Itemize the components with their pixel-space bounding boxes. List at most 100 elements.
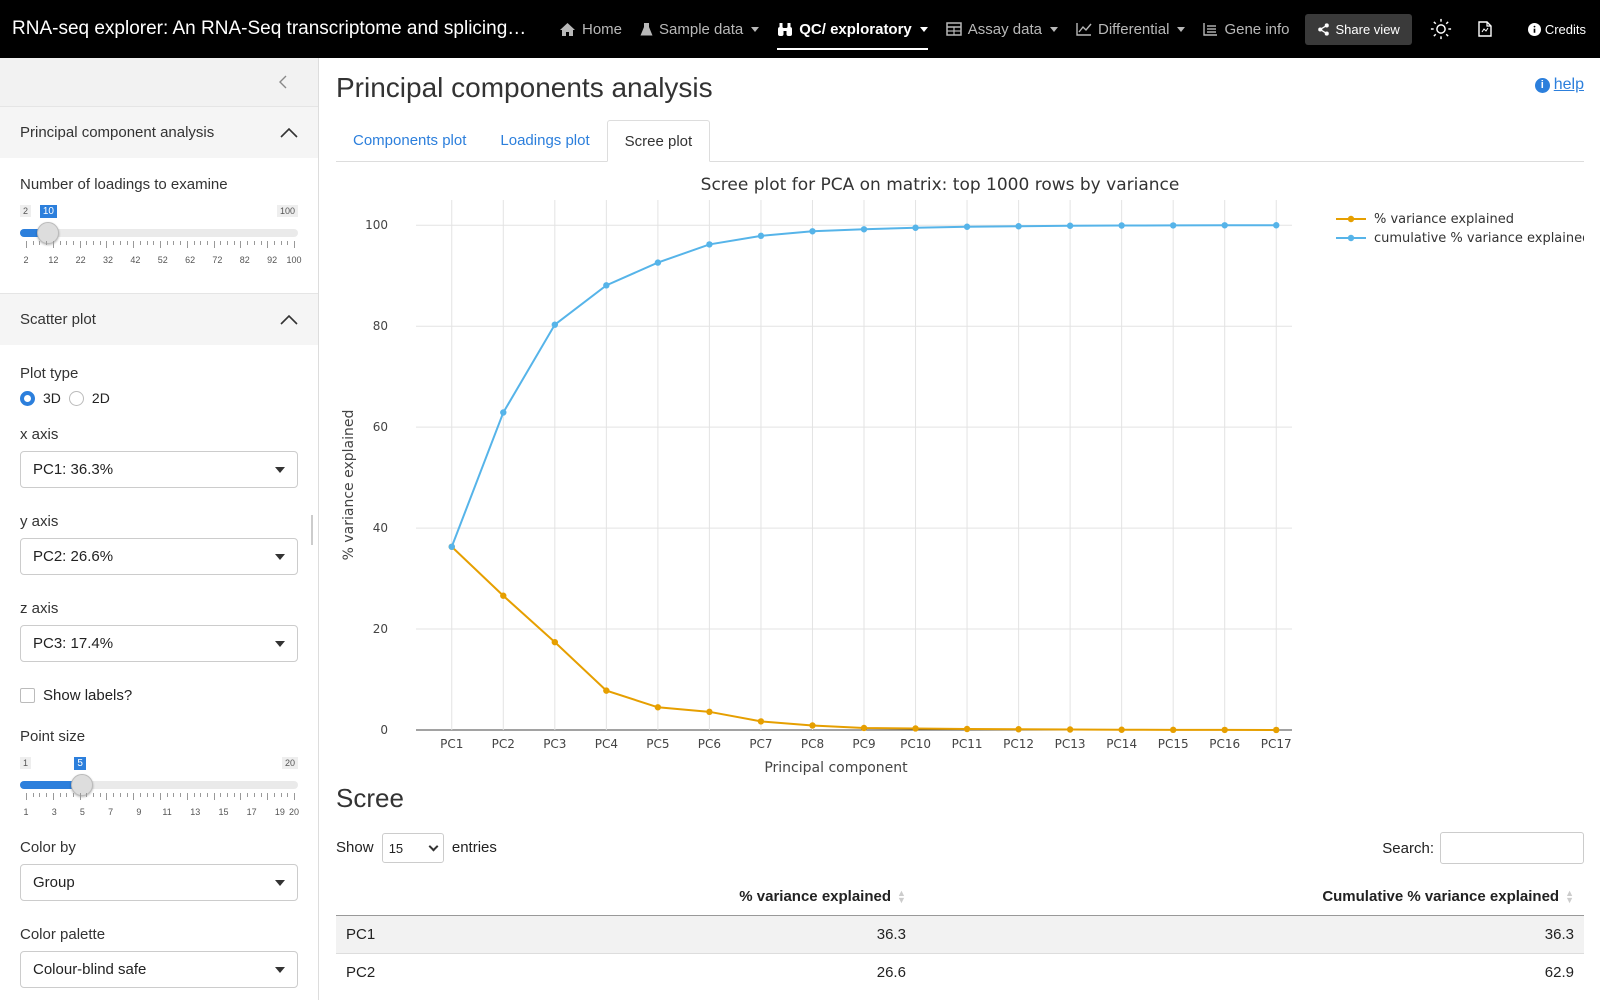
slider-tick (227, 241, 228, 245)
slider-tick-label: 5 (79, 807, 85, 817)
y-tick-label: 100 (365, 218, 388, 232)
slider-tick (240, 793, 242, 800)
slider-tick (200, 793, 202, 797)
data-point (1118, 726, 1125, 733)
entries-select[interactable]: 15 (381, 833, 444, 863)
z-axis-select[interactable]: PC3: 17.4% (20, 625, 298, 662)
slider-tick (180, 793, 182, 797)
data-point (809, 722, 816, 729)
nav-item-home[interactable]: Home (550, 0, 631, 58)
sidebar-resize-handle[interactable] (311, 515, 313, 545)
slider-tick (59, 793, 61, 797)
slider-tick (119, 241, 121, 245)
column-header[interactable]: % variance explained ▲ ▼ (456, 878, 916, 916)
column-header[interactable]: Cumulative % variance explained ▲ ▼ (915, 878, 1584, 916)
chevron-left-icon[interactable] (278, 74, 288, 90)
tab-bar: Components plot Loadings plot Scree plot (336, 120, 1584, 162)
credits-label: Credits (1544, 21, 1586, 37)
page-title: Principal components analysis (336, 72, 713, 103)
pca-accordion-body: Number of loadings to examine 2 100 10 2 12 2… (0, 158, 318, 291)
caret-down-icon (751, 26, 760, 32)
slider-max-label: 100 (276, 205, 298, 217)
color-by-value: Group (33, 874, 75, 891)
share-view-button[interactable]: Share view (1304, 13, 1412, 45)
y-axis-select[interactable]: PC2: 26.6% (20, 538, 298, 575)
nav-item-qc-exploratory[interactable]: QC/ exploratory (768, 0, 937, 58)
x-axis-select[interactable]: PC1: 36.3% (20, 451, 298, 488)
table-row[interactable]: PC2 26.6 62.9 (336, 953, 1584, 991)
data-point (448, 543, 455, 550)
sort-icon: ▲ ▼ (897, 888, 906, 906)
data-point (1273, 726, 1280, 734)
slider-tick (26, 241, 27, 248)
caret-down-icon (275, 879, 285, 886)
theme-toggle-button[interactable] (1426, 14, 1456, 44)
slider-tick (206, 793, 208, 797)
slider-tick (247, 793, 249, 797)
slider-tick (153, 241, 155, 245)
table-search: Search: (1382, 832, 1584, 864)
slider-track[interactable] (20, 229, 298, 237)
slider-tick (220, 241, 222, 245)
caret-down-icon (275, 553, 285, 560)
nav-item-sample-data[interactable]: Sample data (631, 0, 768, 58)
palette-select[interactable]: Colour-blind safe (20, 951, 298, 988)
slider-tick-label: 32 (103, 255, 114, 265)
slider-tick (113, 241, 115, 245)
x-tick-label: PC5 (646, 737, 669, 751)
slider-tick (59, 241, 61, 245)
data-point (860, 724, 868, 732)
y-tick-label: 40 (373, 521, 388, 535)
palette-value: Colour-blind safe (33, 961, 147, 978)
slider-tick (113, 793, 115, 797)
slider-value-label: 5 (74, 757, 86, 770)
legend-marker (1347, 234, 1355, 242)
binoculars-icon (777, 22, 793, 37)
slider-tick (200, 241, 202, 245)
slider-tick (294, 241, 295, 248)
caret-down-icon (275, 466, 285, 473)
slider-tick (173, 793, 175, 797)
tab-scree-plot[interactable]: Scree plot (606, 120, 711, 162)
loadings-label: Number of loadings to examine (20, 176, 228, 193)
nav-item-gene-info[interactable]: Gene info (1194, 0, 1298, 58)
point-size-slider[interactable]: 1 20 5 1 3 5 7 9 11 13 15 17 19 20 (20, 753, 299, 825)
show-labels-checkbox[interactable] (20, 688, 35, 703)
sidebar: Principal component analysis Number of l… (0, 58, 319, 1000)
slider-min-label: 1 (20, 757, 32, 769)
plot-type-radio-3d[interactable] (20, 390, 35, 406)
app-title[interactable]: RNA-seq explorer: An RNA-Seq transcripto… (0, 18, 530, 40)
slider-tick (206, 241, 208, 245)
tab-loadings-plot[interactable]: Loadings plot (483, 120, 606, 161)
slider-ticks (20, 793, 298, 801)
table-row[interactable]: PC1 36.3 36.3 (336, 915, 1584, 954)
search-input[interactable] (1440, 832, 1584, 864)
help-link[interactable]: i help (1534, 76, 1584, 94)
data-point (500, 409, 507, 416)
slider-tick-label: 2 (23, 255, 29, 265)
credits-button[interactable]: Credits (1527, 21, 1586, 37)
slider-tick-label: 13 (190, 807, 201, 817)
plot-type-radio-2d[interactable] (68, 390, 84, 406)
y-tick-label: 60 (373, 420, 388, 434)
loadings-slider[interactable]: 2 100 10 2 12 22 32 42 52 62 72 82 92 100 (20, 201, 302, 273)
entries-value: 15 (388, 840, 404, 856)
report-button[interactable] (1470, 14, 1500, 44)
data-point (912, 224, 919, 231)
nav-item-label: Home (582, 20, 623, 38)
plot-type-option-3d: 3D (43, 390, 61, 406)
color-by-select[interactable]: Group (20, 864, 298, 901)
slider-tick (52, 793, 54, 800)
slider-value-label: 10 (39, 205, 57, 218)
tab-components-plot[interactable]: Components plot (336, 120, 483, 161)
x-tick-label: PC13 (1055, 737, 1086, 751)
slider-tick (180, 241, 182, 245)
nav-item-assay-data[interactable]: Assay data (937, 0, 1067, 58)
slider-tick-label: 3 (51, 807, 57, 817)
slider-tick (39, 241, 41, 245)
slider-tick (39, 793, 41, 797)
pca-accordion-header[interactable]: Principal component analysis (0, 106, 318, 158)
slider-tick (240, 241, 242, 248)
nav-item-differential[interactable]: Differential (1067, 0, 1194, 58)
scatter-accordion-header[interactable]: Scatter plot (0, 293, 318, 345)
